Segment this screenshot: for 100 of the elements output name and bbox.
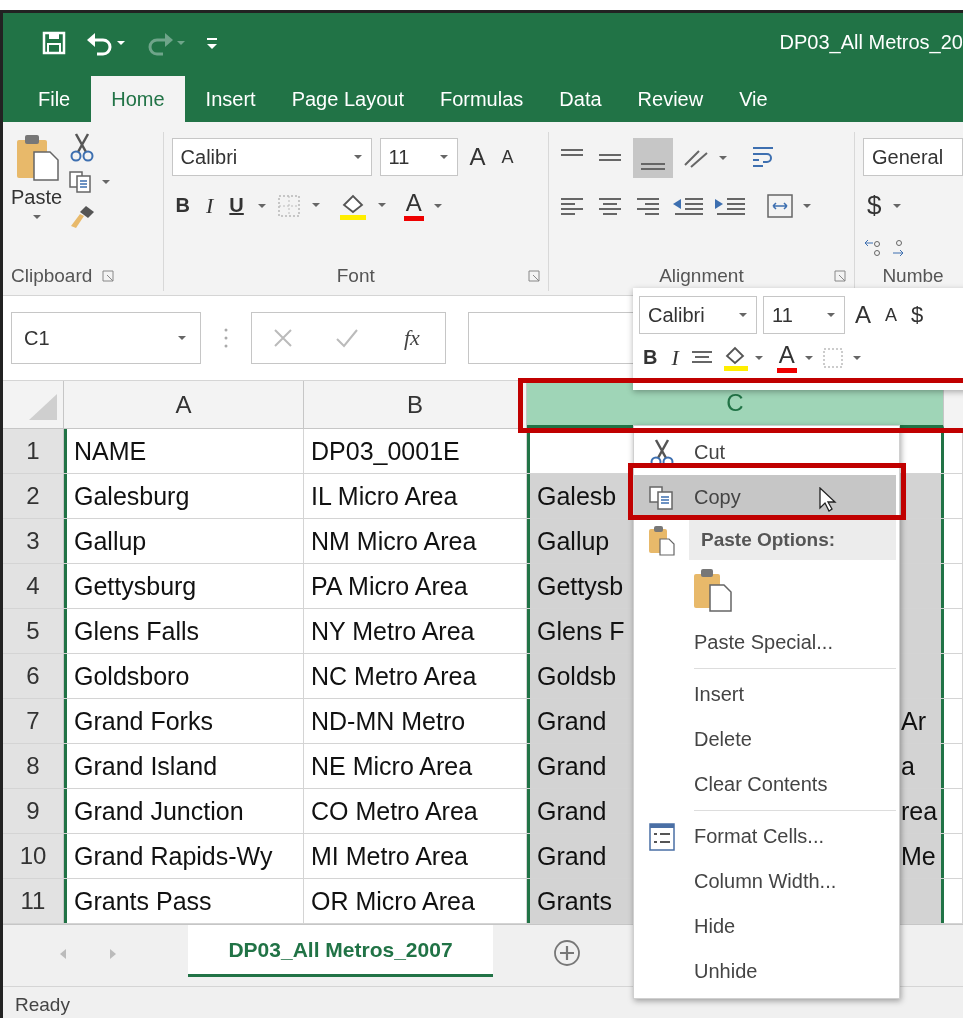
- table-cell-text: Grand: [537, 751, 608, 781]
- insert-function-button[interactable]: fx: [397, 324, 426, 352]
- save-icon[interactable]: [41, 29, 67, 56]
- ribbon-tab[interactable]: File: [23, 76, 86, 122]
- font-name-field[interactable]: Calibri: [639, 296, 757, 334]
- table-cell-text: Grants: [537, 886, 614, 916]
- window-title: DP03_All Metros_20: [779, 31, 963, 54]
- row-header[interactable]: 1: [3, 429, 64, 473]
- table-cell-text: Gettysb: [537, 571, 625, 601]
- table-cell: Goldsboro: [64, 654, 304, 698]
- table-cell-text: Grand: [537, 841, 608, 871]
- row-header[interactable]: 11: [3, 879, 64, 923]
- ribbon-tab[interactable]: Vie: [724, 76, 783, 122]
- caret-icon: [738, 311, 748, 319]
- row-header[interactable]: 4: [3, 564, 64, 608]
- decrease-font-button[interactable]: A: [497, 146, 518, 168]
- table-cell: Gettysburg: [64, 564, 304, 608]
- table-cell: NAME: [64, 429, 304, 473]
- table-cell-text: Me: [901, 841, 937, 871]
- font-color-button[interactable]: A: [776, 342, 797, 373]
- row-header[interactable]: 3: [3, 519, 64, 563]
- table-cell: Grand Island: [64, 744, 304, 788]
- table-cell: Grand Forks: [64, 699, 304, 743]
- ribbon-tab[interactable]: Home: [91, 76, 185, 122]
- clipboard-icon: [646, 524, 677, 556]
- menu-item[interactable]: Clear Contents: [634, 762, 896, 807]
- menu-item[interactable]: Unhide: [634, 949, 896, 994]
- paste-icon[interactable]: [692, 567, 734, 613]
- bold-button[interactable]: B: [171, 194, 194, 217]
- group-label: Font: [336, 265, 375, 287]
- ribbon-tab[interactable]: Data: [544, 76, 617, 122]
- row-header[interactable]: 10: [3, 834, 64, 878]
- ribbon-tab[interactable]: Insert: [190, 76, 271, 122]
- table-cell-text: Grand: [537, 796, 608, 826]
- row-header[interactable]: 2: [3, 474, 64, 518]
- group-label: Clipboard: [11, 265, 93, 287]
- menu-item[interactable]: Column Width...: [634, 859, 896, 904]
- dialog-launcher-icon[interactable]: [102, 270, 115, 282]
- table-cell: Galesburg: [64, 474, 304, 518]
- menu-item[interactable]: Delete: [634, 717, 896, 762]
- number-format-field[interactable]: General: [863, 138, 963, 176]
- italic-button[interactable]: I: [667, 344, 683, 371]
- row-header[interactable]: 8: [3, 744, 64, 788]
- caret-icon: [176, 334, 188, 342]
- column-header[interactable]: A: [64, 381, 304, 428]
- underline-button[interactable]: U: [225, 194, 248, 217]
- menu-item[interactable]: Format Cells...: [634, 814, 896, 859]
- row-header[interactable]: 5: [3, 609, 64, 653]
- increase-font-button[interactable]: A: [465, 143, 490, 171]
- menu-section-header: Paste Options:: [689, 520, 896, 560]
- dropdown-icon[interactable]: [891, 201, 904, 210]
- row-header[interactable]: 9: [3, 789, 64, 833]
- table-cell-text: Galesb: [537, 481, 618, 511]
- dialog-launcher-icon[interactable]: [834, 270, 846, 282]
- bold-button[interactable]: B: [639, 346, 662, 369]
- mouse-pointer-icon: [819, 487, 837, 513]
- italic-button[interactable]: I: [202, 192, 218, 219]
- font-size-field[interactable]: 11: [763, 296, 845, 334]
- ribbon-tab[interactable]: Formulas: [424, 76, 539, 122]
- menu-item[interactable]: Paste Special...: [634, 620, 896, 665]
- table-cell: Grand Junction: [64, 789, 304, 833]
- ribbon-tab[interactable]: Page Layout: [276, 76, 419, 122]
- table-cell-text: Gallup: [537, 526, 611, 556]
- table-cell-text: Grand: [537, 706, 608, 736]
- grip-icon: [223, 326, 229, 350]
- row-header[interactable]: 7: [3, 699, 64, 743]
- bottom-align-icon[interactable]: [632, 138, 673, 178]
- menu-item[interactable]: Insert: [634, 672, 896, 717]
- menu-item[interactable]: Hide: [634, 904, 896, 949]
- row-header[interactable]: 6: [3, 654, 64, 698]
- table-cell: Gallup: [64, 519, 304, 563]
- table-cell-text: Goldsb: [537, 661, 618, 691]
- font-name-field[interactable]: Calibri: [171, 138, 372, 176]
- table-cell-text: rea: [901, 796, 939, 826]
- add-sheet-icon[interactable]: [553, 939, 581, 967]
- menu-item[interactable]: Cut: [634, 430, 896, 475]
- currency-button[interactable]: $: [863, 190, 886, 221]
- group-label: Alignment: [659, 265, 744, 287]
- caret-icon: [826, 311, 836, 319]
- increase-font-button[interactable]: A: [851, 301, 875, 329]
- format-cells-icon: [647, 821, 676, 852]
- paste-button[interactable]: Paste: [11, 132, 63, 261]
- table-cell-text: a: [901, 751, 916, 781]
- font-size-field[interactable]: 11: [379, 138, 458, 176]
- caret-icon: [31, 213, 42, 221]
- font-color-button[interactable]: A: [403, 190, 424, 221]
- name-box[interactable]: C1: [11, 312, 201, 364]
- copy-icon: [647, 484, 676, 511]
- table-cell-text: Ar: [901, 706, 927, 736]
- sheet-tab[interactable]: DP03_All Metros_2007: [188, 925, 493, 977]
- group-label: Numbe: [882, 265, 944, 287]
- table-cell-text: Glens F: [537, 616, 626, 646]
- table-cell: Glens Falls: [64, 609, 304, 653]
- caret-icon: [438, 153, 449, 161]
- ribbon-tab[interactable]: Review: [622, 76, 719, 122]
- caret-icon: [352, 153, 363, 161]
- table-cell: DP03_0001E: [304, 429, 527, 473]
- decrease-font-button[interactable]: A: [881, 304, 902, 326]
- currency-button[interactable]: $: [907, 302, 928, 328]
- dialog-launcher-icon[interactable]: [527, 270, 540, 282]
